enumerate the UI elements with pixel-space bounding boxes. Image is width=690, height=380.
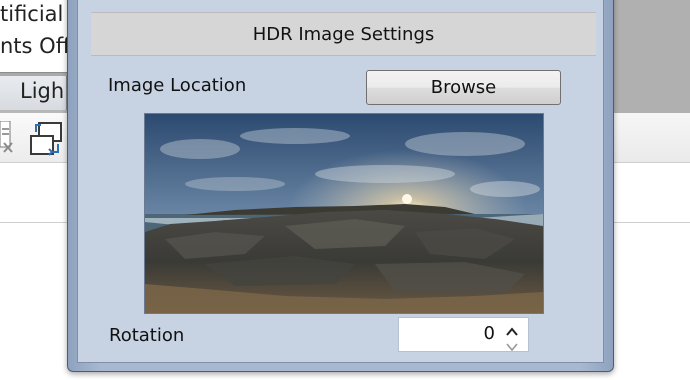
section-title: HDR Image Settings [252, 23, 435, 45]
browse-button[interactable]: Browse [366, 70, 561, 105]
rotation-spinner[interactable]: 0 [398, 317, 529, 352]
rotation-value[interactable]: 0 [484, 323, 495, 344]
hdr-image-preview [144, 113, 544, 314]
tab-lighting-label: Ligh [20, 79, 65, 103]
swap-views-icon[interactable] [28, 120, 66, 164]
section-header-hdr-image-settings: HDR Image Settings [91, 12, 596, 56]
background-gray-area [612, 0, 690, 113]
background-text-line-1: tificial [0, 2, 64, 26]
hdr-panorama-image [145, 114, 543, 313]
image-location-label: Image Location [108, 75, 247, 96]
delete-item-icon[interactable] [0, 120, 16, 159]
background-text-line-2: nts Off [0, 34, 71, 58]
rotation-label: Rotation [109, 325, 185, 346]
spin-up-arrow-icon[interactable] [506, 322, 518, 336]
toolbar-right-area [612, 113, 690, 162]
hdr-settings-dialog: HDR Image Settings Image Location Browse [67, 0, 614, 372]
spin-down-arrow-icon[interactable] [506, 337, 518, 352]
browse-button-label: Browse [430, 77, 497, 98]
